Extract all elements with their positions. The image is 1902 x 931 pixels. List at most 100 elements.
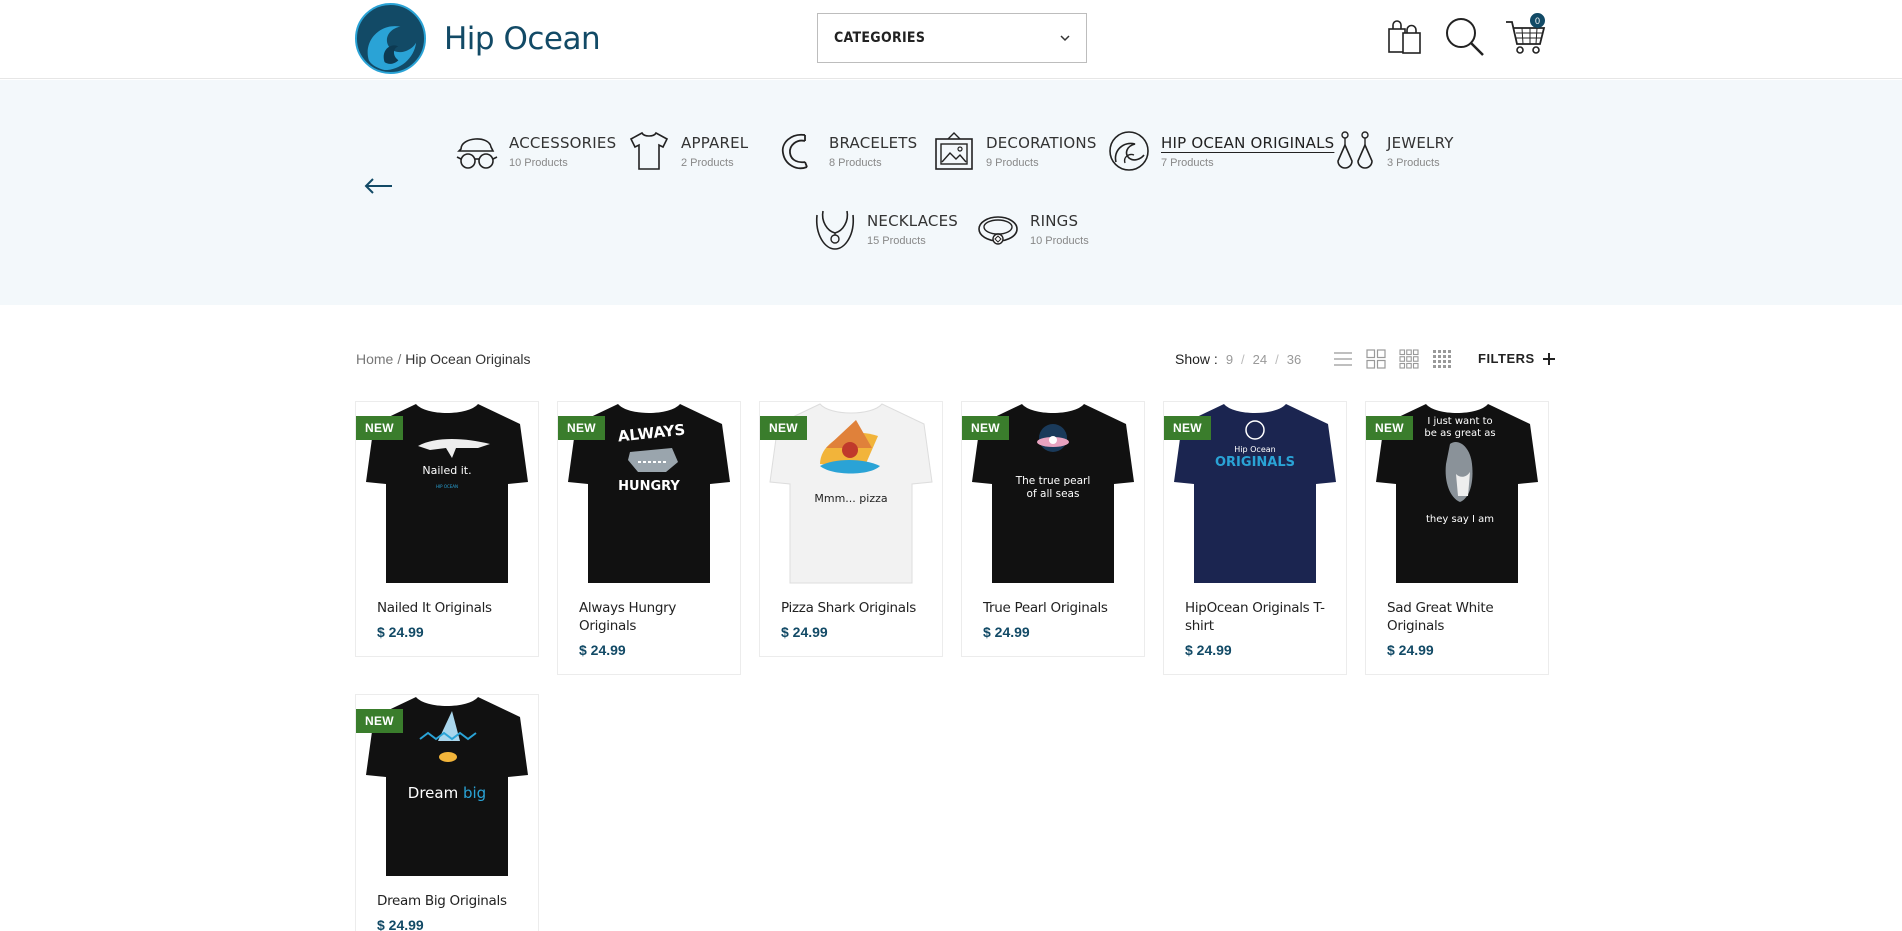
category-count: 15 Products — [867, 234, 926, 247]
category-carousel: ACCESSORIES 10 Products APPAREL 2 Produc… — [0, 80, 1902, 305]
category-necklaces[interactable]: NECKLACES 15 Products — [813, 207, 958, 251]
grid-4-icon[interactable] — [1432, 349, 1452, 369]
category-count: 2 Products — [681, 156, 734, 169]
svg-text:Mmm... pizza: Mmm... pizza — [814, 492, 887, 505]
svg-text:The true pearl: The true pearl — [1015, 475, 1091, 487]
show-separator: / — [1241, 351, 1245, 367]
category-count: 7 Products — [1161, 156, 1214, 169]
category-count: 8 Products — [829, 156, 882, 169]
category-apparel[interactable]: APPAREL 2 Products — [627, 129, 748, 173]
svg-text:HIP OCEAN: HIP OCEAN — [436, 484, 458, 489]
chevron-down-icon — [1060, 34, 1070, 41]
categories-dropdown[interactable]: CATEGORIES — [817, 13, 1087, 63]
filters-button[interactable]: FILTERS — [1478, 351, 1555, 366]
product-card[interactable]: I just want to be as great as they say I… — [1365, 401, 1549, 675]
breadcrumb-home-link[interactable]: Home — [356, 351, 393, 367]
category-name: APPAREL — [681, 133, 749, 152]
category-bracelets[interactable]: BRACELETS 8 Products — [775, 129, 917, 173]
product-name[interactable]: Nailed It Originals — [377, 599, 520, 617]
category-name: JEWELRY — [1387, 133, 1454, 152]
category-count: 3 Products — [1387, 156, 1440, 169]
new-badge: NEW — [558, 416, 605, 440]
category-name: RINGS — [1030, 211, 1079, 230]
cart-count-badge: 0 — [1530, 13, 1545, 28]
earrings-icon — [1337, 131, 1373, 169]
product-name[interactable]: Pizza Shark Originals — [781, 599, 924, 617]
cap-sunglasses-icon — [456, 138, 498, 169]
search-icon — [1446, 18, 1484, 56]
product-card[interactable]: Hip Ocean ORIGINALS NEW HipOcean Origina… — [1163, 401, 1347, 675]
cart-button[interactable]: 0 — [1504, 13, 1546, 58]
show-separator: / — [1275, 351, 1279, 367]
new-badge: NEW — [1366, 416, 1413, 440]
product-image[interactable]: Dream big NEW — [356, 695, 538, 878]
product-image[interactable]: Mmm... pizza NEW — [760, 402, 942, 585]
new-badge: NEW — [356, 709, 403, 733]
category-accessories[interactable]: ACCESSORIES 10 Products — [455, 129, 616, 173]
shopping-bags-button[interactable] — [1384, 16, 1426, 58]
wave-logo-icon — [1109, 131, 1149, 171]
category-jewelry[interactable]: JEWELRY 3 Products — [1333, 129, 1454, 173]
svg-text:Dream big: Dream big — [408, 784, 486, 802]
logo[interactable]: Hip Ocean — [355, 3, 601, 74]
arrow-left-icon[interactable] — [364, 178, 394, 194]
list-view-icon[interactable] — [1333, 349, 1353, 369]
product-name[interactable]: Sad Great White Originals — [1387, 599, 1530, 635]
product-card[interactable]: Nailed it. HIP OCEAN NEW Nailed It Origi… — [355, 401, 539, 657]
product-price: $ 24.99 — [983, 624, 1030, 640]
category-hip-ocean-originals[interactable]: HIP OCEAN ORIGINALS 7 Products — [1107, 129, 1334, 173]
category-name: NECKLACES — [867, 211, 958, 230]
product-price: $ 24.99 — [377, 917, 424, 931]
category-name: ACCESSORIES — [509, 133, 617, 152]
category-name: BRACELETS — [829, 133, 918, 152]
svg-text:HUNGRY: HUNGRY — [618, 479, 680, 494]
new-badge: NEW — [1164, 416, 1211, 440]
new-badge: NEW — [356, 416, 403, 440]
product-image[interactable]: Nailed it. HIP OCEAN NEW — [356, 402, 538, 585]
grid-3-icon[interactable] — [1399, 349, 1419, 369]
product-image[interactable]: ALWAYS HUNGRY NEW — [558, 402, 740, 585]
product-image[interactable]: I just want to be as great as they say I… — [1366, 402, 1548, 585]
product-card[interactable]: ALWAYS HUNGRY NEW Always Hungry Original… — [557, 401, 741, 675]
bracelet-icon — [781, 133, 808, 170]
search-button[interactable] — [1444, 16, 1486, 58]
category-rings[interactable]: RINGS 10 Products — [976, 207, 1089, 251]
product-card[interactable]: Mmm... pizza NEW Pizza Shark Originals $… — [759, 401, 943, 657]
breadcrumb-separator: / — [397, 351, 402, 367]
product-card[interactable]: The true pearl of all seas NEW True Pear… — [961, 401, 1145, 657]
show-per-page: Show : 9 / 24 / 36 — [1175, 351, 1301, 367]
product-image[interactable]: Hip Ocean ORIGINALS NEW — [1164, 402, 1346, 585]
filters-label: FILTERS — [1478, 351, 1535, 366]
category-name: HIP OCEAN ORIGINALS — [1161, 133, 1335, 152]
view-switcher — [1333, 349, 1452, 369]
header-icons: 0 — [1384, 13, 1546, 58]
wave-logo-icon — [355, 3, 426, 74]
site-header: Hip Ocean CATEGORIES 0 — [0, 0, 1902, 79]
grid-2-icon[interactable] — [1366, 349, 1386, 369]
svg-text:of all seas: of all seas — [1027, 488, 1080, 500]
new-badge: NEW — [962, 416, 1009, 440]
category-decorations[interactable]: DECORATIONS 9 Products — [932, 129, 1097, 173]
shopping-bags-icon — [1388, 20, 1421, 54]
breadcrumb-current: Hip Ocean Originals — [405, 351, 531, 367]
product-card[interactable]: Dream big NEW Dream Big Originals $ 24.9… — [355, 694, 539, 931]
product-price: $ 24.99 — [579, 642, 626, 658]
ring-icon — [978, 216, 1018, 245]
brand-name: Hip Ocean — [444, 20, 601, 57]
show-option-36[interactable]: 36 — [1287, 352, 1301, 367]
product-name[interactable]: True Pearl Originals — [983, 599, 1126, 617]
svg-text:I just want to: I just want to — [1427, 416, 1492, 427]
svg-text:Nailed it.: Nailed it. — [422, 464, 471, 477]
show-option-24[interactable]: 24 — [1253, 352, 1267, 367]
show-option-9[interactable]: 9 — [1226, 352, 1233, 367]
product-image[interactable]: The true pearl of all seas NEW — [962, 402, 1144, 585]
svg-text:they say I am: they say I am — [1426, 514, 1494, 525]
product-price: $ 24.99 — [1185, 642, 1232, 658]
product-name[interactable]: Dream Big Originals — [377, 892, 520, 910]
picture-frame-icon — [935, 132, 973, 170]
show-label: Show : — [1175, 351, 1218, 367]
product-name[interactable]: Always Hungry Originals — [579, 599, 722, 635]
product-price: $ 24.99 — [1387, 642, 1434, 658]
category-count: 10 Products — [1030, 234, 1089, 247]
product-name[interactable]: HipOcean Originals T-shirt — [1185, 599, 1328, 635]
